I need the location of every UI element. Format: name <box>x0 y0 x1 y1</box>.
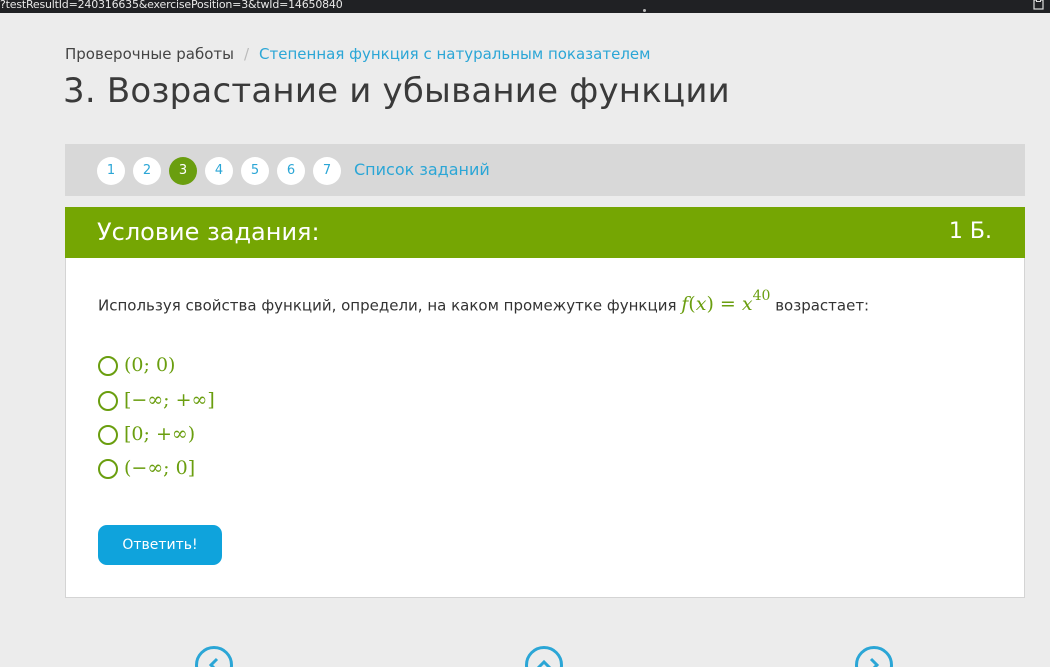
breadcrumb: Проверочные работы / Степенная функция с н… <box>65 44 650 64</box>
answer-option[interactable]: (0; 0) <box>98 352 298 382</box>
chevron-right-icon <box>869 657 880 667</box>
breadcrumb-section-link[interactable]: Степенная функция с натуральным показате… <box>259 45 650 63</box>
task-number-nav: 1 2 3 4 5 6 7 Список заданий <box>65 144 1025 196</box>
browser-url-bar[interactable]: ?testResultId=240316635&exercisePosition… <box>0 0 1050 13</box>
answer-option[interactable]: (−∞; 0] <box>98 455 298 485</box>
up-button[interactable] <box>525 646 563 667</box>
task-number-4[interactable]: 4 <box>205 157 233 185</box>
answer-value: [−∞; +∞] <box>124 389 215 411</box>
radio-button[interactable] <box>98 425 118 445</box>
formula-equals: = <box>719 293 736 316</box>
answer-option[interactable]: [−∞; +∞] <box>98 387 298 417</box>
url-text[interactable]: ?testResultId=240316635&exercisePosition… <box>0 0 343 11</box>
answer-option[interactable]: [0; +∞) <box>98 421 298 451</box>
task-number-3-active[interactable]: 3 <box>169 157 197 185</box>
question-after: возрастает: <box>775 296 870 315</box>
question-text: Используя свойства функций, определи, на… <box>98 288 870 316</box>
answer-value: [0; +∞) <box>124 423 196 445</box>
bottom-navigation <box>0 640 1050 667</box>
task-number-2[interactable]: 2 <box>133 157 161 185</box>
task-header-title: Условие задания: <box>97 218 320 246</box>
breadcrumb-separator: / <box>243 45 250 63</box>
task-list-link[interactable]: Список заданий <box>354 160 490 179</box>
clipboard-icon[interactable] <box>1033 0 1044 10</box>
task-header: Условие задания: 1 Б. <box>65 207 1025 258</box>
page-title: 3. Возрастание и убывание функции <box>63 71 730 111</box>
question-before: Используя свойства функций, определи, на… <box>98 296 677 315</box>
radio-button[interactable] <box>98 356 118 376</box>
prev-task-button[interactable] <box>195 646 233 667</box>
task-number-1[interactable]: 1 <box>97 157 125 185</box>
formula-exponent: 40 <box>752 288 771 304</box>
question-formula: f(x) = x40 <box>681 288 771 316</box>
radio-button[interactable] <box>98 391 118 411</box>
submit-answer-button[interactable]: Ответить! <box>98 525 222 565</box>
formula-base: x <box>741 293 753 316</box>
chevron-left-icon <box>208 657 219 667</box>
answer-value: (−∞; 0] <box>124 457 196 479</box>
formula-arg: x <box>695 293 707 316</box>
breadcrumb-home-link[interactable]: Проверочные работы <box>65 45 234 63</box>
tab-indicator-dot <box>643 9 646 12</box>
answer-value: (0; 0) <box>124 354 176 376</box>
task-number-7[interactable]: 7 <box>313 157 341 185</box>
task-points: 1 Б. <box>948 219 992 244</box>
chevron-up-icon <box>536 659 552 667</box>
next-task-button[interactable] <box>855 646 893 667</box>
task-card: Условие задания: 1 Б. Используя свойства… <box>65 207 1025 598</box>
task-number-6[interactable]: 6 <box>277 157 305 185</box>
radio-button[interactable] <box>98 459 118 479</box>
task-number-5[interactable]: 5 <box>241 157 269 185</box>
